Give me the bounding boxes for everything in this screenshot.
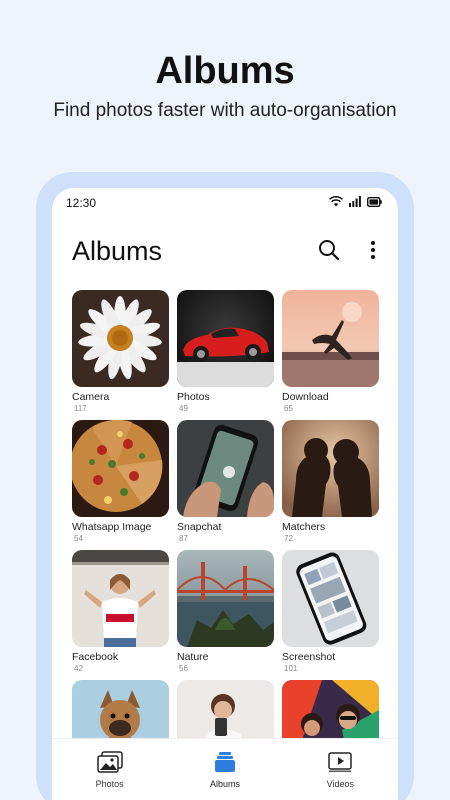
nav-label: Videos — [326, 779, 354, 789]
search-icon — [318, 239, 340, 266]
album-nature[interactable]: Nature 56 — [177, 550, 274, 680]
album-matchers[interactable]: Matchers 72 — [282, 420, 379, 550]
album-thumbnail — [72, 550, 169, 647]
status-time: 12:30 — [66, 196, 97, 210]
album-thumbnail — [177, 420, 274, 517]
nav-photos[interactable]: Photos — [52, 739, 167, 800]
album-count: 65 — [284, 404, 293, 413]
battery-icon — [367, 196, 382, 207]
albums-stack-icon — [213, 751, 237, 773]
more-options-button[interactable] — [359, 238, 387, 266]
album-name: Matchers — [282, 521, 326, 533]
promo-title: Albums — [155, 50, 295, 92]
album-thumbnail — [282, 290, 379, 387]
album-grid: Camera 117 Photos 49 Download 65 Whatsap… — [72, 290, 382, 800]
nav-label: Albums — [209, 779, 240, 789]
album-count: 117 — [74, 404, 87, 413]
album-count: 87 — [179, 534, 188, 543]
album-count: 72 — [284, 534, 293, 543]
phone-screen: 12:30 Albums Camera 117 Photos 49 Downlo… — [52, 188, 398, 800]
nav-albums[interactable]: Albums — [167, 739, 282, 800]
album-thumbnail — [282, 550, 379, 647]
album-count: 42 — [74, 664, 83, 673]
bottom-nav: Photos Albums Videos — [52, 738, 398, 800]
album-photos[interactable]: Photos 49 — [177, 290, 274, 420]
album-whatsapp-image[interactable]: Whatsapp Image 54 — [72, 420, 169, 550]
wifi-icon — [329, 196, 343, 207]
album-facebook[interactable]: Facebook 42 — [72, 550, 169, 680]
album-name: Snapchat — [177, 521, 222, 533]
album-thumbnail — [72, 420, 169, 517]
album-camera[interactable]: Camera 117 — [72, 290, 169, 420]
more-vertical-icon — [370, 240, 376, 265]
album-snapchat[interactable]: Snapchat 87 — [177, 420, 274, 550]
album-count: 56 — [179, 664, 188, 673]
album-thumbnail — [177, 290, 274, 387]
album-count: 54 — [74, 534, 83, 543]
album-count: 101 — [284, 664, 298, 673]
album-download[interactable]: Download 65 — [282, 290, 379, 420]
play-icon — [328, 751, 353, 773]
nav-label: Photos — [95, 779, 124, 789]
album-name: Whatsapp Image — [72, 521, 152, 533]
album-screenshot[interactable]: Screenshot 101 — [282, 550, 379, 680]
page-title: Albums — [72, 236, 163, 266]
album-name: Nature — [177, 651, 209, 663]
status-bar: 12:30 — [52, 188, 398, 218]
album-thumbnail — [72, 290, 169, 387]
album-name: Facebook — [72, 651, 119, 663]
search-button[interactable] — [315, 238, 343, 266]
promo-subtitle: Find photos faster with auto-organisatio… — [53, 100, 397, 121]
album-count: 49 — [179, 404, 188, 413]
album-name: Download — [282, 391, 329, 403]
image-icon — [96, 751, 123, 773]
album-name: Camera — [72, 391, 110, 403]
album-thumbnail — [282, 420, 379, 517]
album-name: Screenshot — [282, 651, 336, 663]
album-thumbnail — [177, 550, 274, 647]
nav-videos[interactable]: Videos — [283, 739, 398, 800]
signal-icon — [349, 196, 361, 207]
app-header: Albums — [52, 228, 398, 278]
album-name: Photos — [177, 391, 210, 403]
